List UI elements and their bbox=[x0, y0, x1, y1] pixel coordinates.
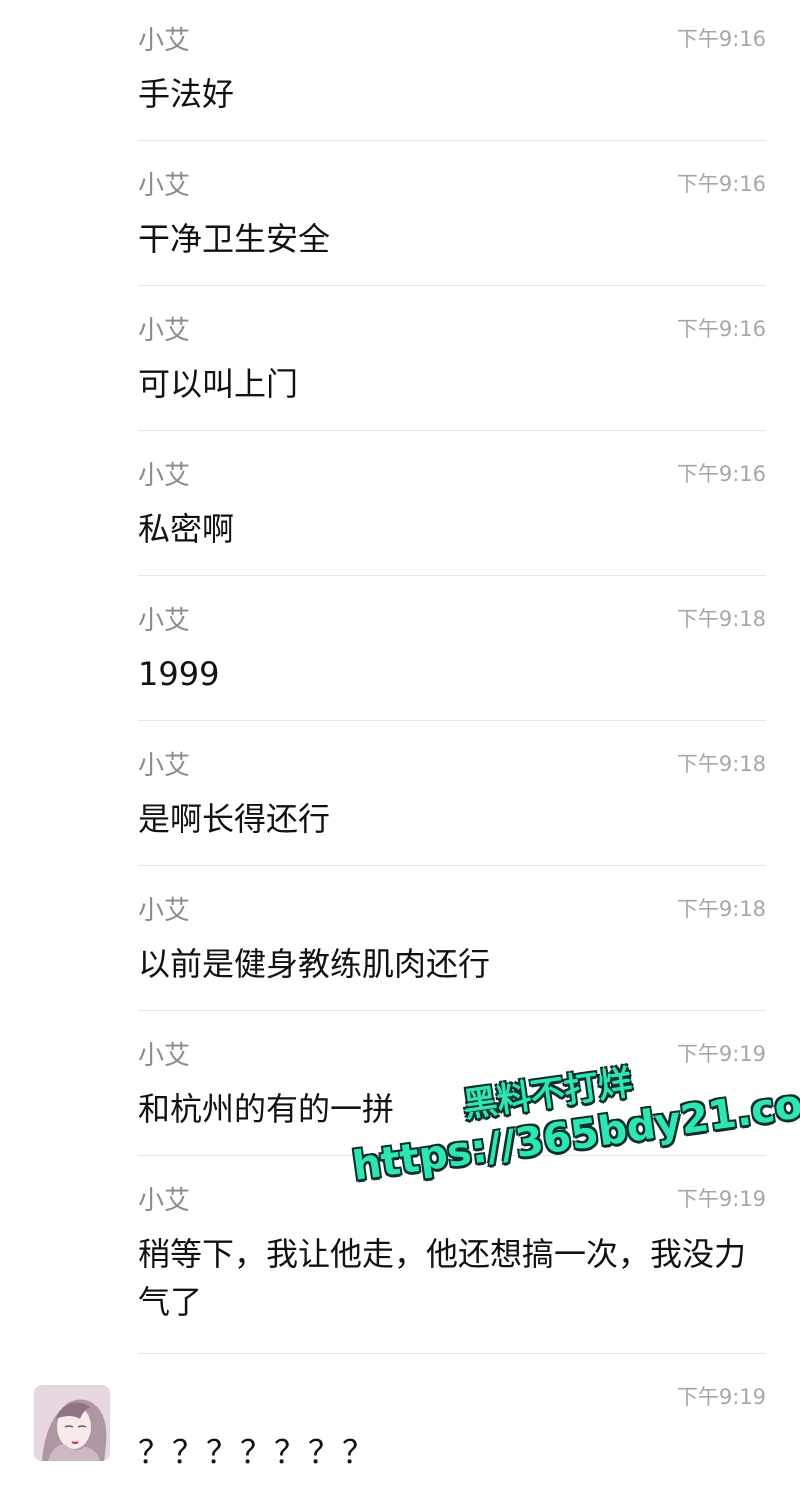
message-divider bbox=[138, 430, 766, 431]
message-item: 小艾 下午9:18 是啊长得还行 bbox=[138, 725, 766, 866]
user-avatar[interactable] bbox=[34, 1385, 110, 1461]
message-time: 下午9:19 bbox=[676, 1385, 766, 1409]
message-divider bbox=[138, 865, 766, 866]
message-time: 下午9:16 bbox=[676, 27, 766, 51]
message-divider bbox=[138, 575, 766, 576]
message-text: 以前是健身教练肌肉还行 bbox=[138, 945, 491, 983]
message-divider bbox=[138, 1010, 766, 1011]
message-text: 干净卫生安全 bbox=[138, 220, 331, 258]
message-item: 下午9:19 ？？？？？？？ bbox=[138, 1358, 766, 1484]
message-divider bbox=[138, 720, 766, 721]
sender-name: 小艾 bbox=[138, 1186, 191, 1216]
message-text: 私密啊 bbox=[138, 510, 235, 548]
sender-name: 小艾 bbox=[138, 606, 191, 636]
message-divider bbox=[138, 140, 766, 141]
message-text: 稍等下，我让他走，他还想搞一次，我没力气了 bbox=[138, 1235, 747, 1321]
sender-name: 小艾 bbox=[138, 316, 191, 346]
message-time: 下午9:19 bbox=[676, 1042, 766, 1066]
message-time: 下午9:18 bbox=[676, 607, 766, 631]
sender-name: 小艾 bbox=[138, 1041, 191, 1071]
message-text: 1999 bbox=[138, 655, 220, 693]
message-text: 手法好 bbox=[138, 75, 235, 113]
sender-name: 小艾 bbox=[138, 896, 191, 926]
message-text: ？？？？？？？ bbox=[138, 1433, 377, 1471]
message-item: 小艾 下午9:18 1999 bbox=[138, 580, 766, 721]
message-text: 是啊长得还行 bbox=[138, 800, 331, 838]
sender-name: 小艾 bbox=[138, 26, 191, 56]
message-divider bbox=[138, 285, 766, 286]
message-item: 小艾 下午9:18 以前是健身教练肌肉还行 bbox=[138, 870, 766, 1011]
message-divider bbox=[138, 1155, 766, 1156]
message-time: 下午9:19 bbox=[676, 1187, 766, 1211]
message-item: 小艾 下午9:16 干净卫生安全 bbox=[138, 145, 766, 286]
message-item: 小艾 下午9:16 可以叫上门 bbox=[138, 290, 766, 431]
message-time: 下午9:16 bbox=[676, 317, 766, 341]
message-time: 下午9:18 bbox=[676, 752, 766, 776]
message-time: 下午9:16 bbox=[676, 462, 766, 486]
chat-message-feed: 小艾 下午9:16 手法好 小艾 下午9:16 干净卫生安全 小艾 下午9:16… bbox=[0, 0, 800, 1488]
avatar-illustration bbox=[34, 1385, 110, 1461]
message-divider bbox=[138, 1353, 766, 1354]
message-item: 小艾 下午9:19 稍等下，我让他走，他还想搞一次，我没力气了 bbox=[138, 1160, 766, 1354]
message-item: 小艾 下午9:16 手法好 bbox=[138, 0, 766, 141]
message-text: 和杭州的有的一拼 bbox=[138, 1090, 395, 1128]
sender-name: 小艾 bbox=[138, 751, 191, 781]
message-time: 下午9:16 bbox=[676, 172, 766, 196]
message-item: 小艾 下午9:16 私密啊 bbox=[138, 435, 766, 576]
message-text: 可以叫上门 bbox=[138, 365, 299, 403]
sender-name: 小艾 bbox=[138, 171, 191, 201]
sender-name: 小艾 bbox=[138, 461, 191, 491]
message-item: 小艾 下午9:19 和杭州的有的一拼 bbox=[138, 1015, 766, 1156]
message-time: 下午9:18 bbox=[676, 897, 766, 921]
